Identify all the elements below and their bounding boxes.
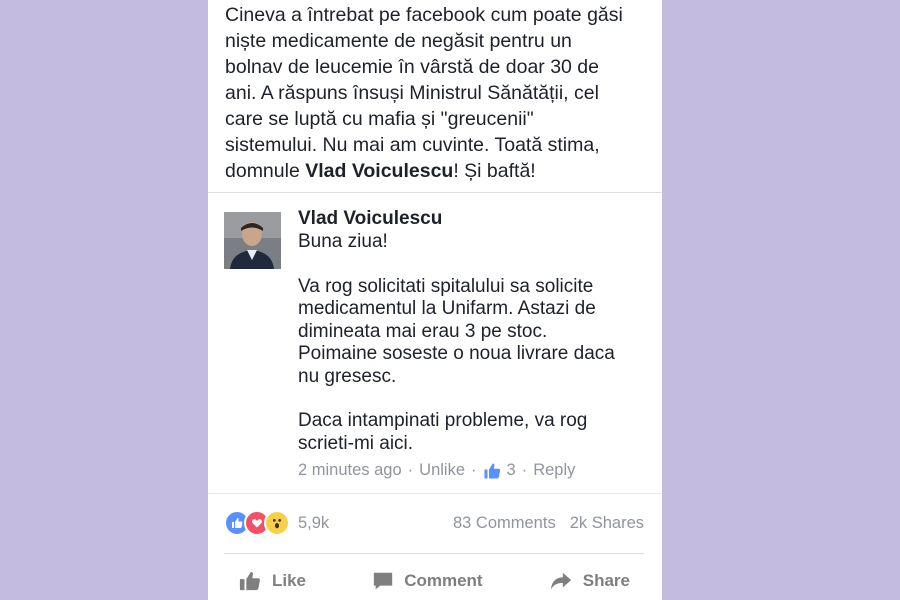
post-line: care se luptă cu mafia și "greucenii" [225, 108, 534, 130]
comment-line: Daca intampinati probleme, va rog [298, 410, 588, 431]
stats-right: 83 Comments 2k Shares [453, 514, 644, 533]
comment-line: Poimaine soseste o noua livrare daca [298, 343, 615, 364]
post-line: niște medicamente de negăsit pentru un [225, 30, 572, 52]
comment-line: dimineata mai erau 3 pe stoc. [298, 320, 548, 342]
reaction-count: 5,9k [298, 513, 330, 532]
comment-line: Va rog solicitati spitalului sa solicite [298, 275, 594, 297]
post-card: Cineva a întrebat pe facebook cum poate … [208, 0, 662, 600]
shares-count[interactable]: 2k Shares [570, 514, 644, 533]
share-label: Share [582, 571, 630, 590]
comment-label: Comment [404, 571, 483, 590]
reply-link[interactable]: Reply [533, 461, 575, 480]
comment-like-count[interactable]: 3 [507, 461, 516, 480]
comment-bubble-icon [372, 570, 394, 592]
post-line: sistemului. Nu mai am cuvinte. Toată sti… [225, 134, 600, 156]
post-text: Cineva a întrebat pe facebook cum poate … [225, 2, 655, 184]
unlike-link[interactable]: Unlike [419, 461, 465, 480]
reactions-summary[interactable]: 5,9k [224, 510, 329, 536]
avatar[interactable] [224, 212, 281, 269]
post-stats: 5,9k 83 Comments 2k Shares [224, 506, 644, 540]
comments-count[interactable]: 83 Comments [453, 514, 556, 533]
comment-line: nu gresesc. [298, 365, 397, 387]
divider [224, 553, 644, 554]
comment: Vlad Voiculescu Buna ziua! Va rog solici… [208, 193, 662, 493]
post-last-suffix: ! Și baftă! [453, 160, 536, 182]
comment-body: Vlad Voiculescu Buna ziua! Va rog solici… [298, 207, 658, 480]
post-line: ani. A răspuns însuși Ministrul Sănătăți… [225, 82, 599, 104]
post-line-last: domnule Vlad Voiculescu! Și baftă! [225, 158, 655, 184]
mentioned-name[interactable]: Vlad Voiculescu [305, 160, 453, 182]
comment-meta: 2 minutes ago · Unlike · 3 · Reply [298, 461, 658, 480]
share-button[interactable]: Share [535, 570, 644, 592]
comment-button[interactable]: Comment [358, 570, 496, 592]
comment-greeting: Buna ziua! [298, 231, 388, 252]
comment-line: scrieti-mi aici. [298, 432, 414, 454]
separator: · [407, 461, 414, 479]
post-last-prefix: domnule [225, 160, 306, 182]
comment-author[interactable]: Vlad Voiculescu [298, 207, 658, 231]
separator: · [471, 461, 477, 479]
thumbs-up-icon [238, 570, 262, 592]
post-line: Cineva a întrebat pe facebook cum poate … [225, 4, 623, 26]
separator: · [521, 461, 528, 479]
post-line: bolnav de leucemie în vârstă de doar 30 … [225, 56, 599, 78]
share-arrow-icon [549, 570, 573, 592]
divider [208, 493, 662, 494]
like-label: Like [272, 571, 307, 590]
wow-reaction-icon [264, 510, 290, 536]
comment-line: medicamentul la Unifarm. Astazi de [298, 298, 596, 319]
like-button[interactable]: Like [224, 570, 320, 592]
like-count-icon [483, 462, 501, 480]
action-bar: Like Comment Share [224, 562, 644, 600]
comment-time[interactable]: 2 minutes ago [298, 461, 402, 480]
